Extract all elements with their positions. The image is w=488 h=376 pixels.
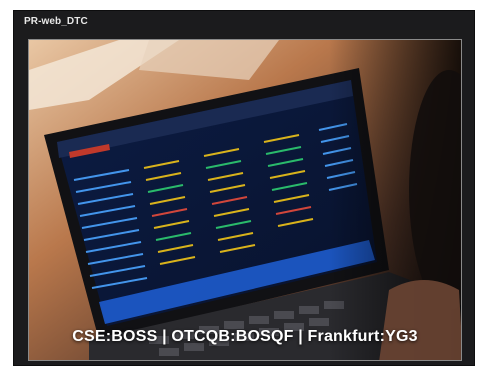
ticker-caption: CSE:BOSS | OTCQB:BOSQF | Frankfurt:YG3: [72, 328, 418, 345]
media-card[interactable]: PR-web_DTC CSE:BOSS | OTCQB:BOSQF | Fran…: [13, 10, 475, 366]
laptop-trading-photo[interactable]: CSE:BOSS | OTCQB:BOSQF | Frankfurt:YG3: [28, 39, 462, 361]
photo-illustration: [29, 40, 461, 360]
card-title: PR-web_DTC: [24, 16, 88, 27]
